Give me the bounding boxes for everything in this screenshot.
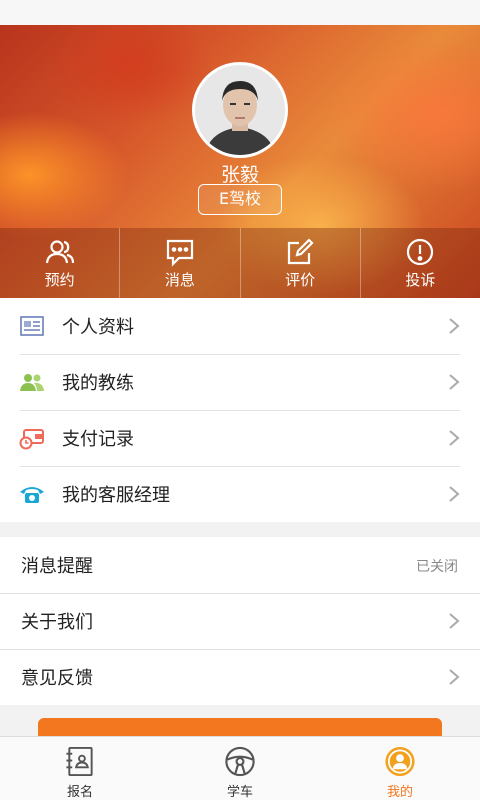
menu-item-coach[interactable]: 我的教练 bbox=[0, 354, 480, 410]
chevron-right-icon bbox=[449, 430, 460, 446]
tab-learn-driving[interactable]: 学车 bbox=[160, 737, 320, 800]
quick-actions-bar: 预约 消息 评价 投诉 bbox=[0, 228, 480, 298]
signup-icon bbox=[66, 746, 93, 777]
action-label: 预约 bbox=[44, 270, 75, 289]
menu-item-about[interactable]: 关于我们 bbox=[0, 593, 480, 649]
tab-signup[interactable]: 报名 bbox=[0, 737, 160, 800]
menu-item-label: 个人资料 bbox=[62, 317, 134, 338]
chevron-right-icon bbox=[449, 374, 460, 390]
chevron-right-icon bbox=[449, 669, 460, 685]
notification-status: 已关闭 bbox=[416, 559, 458, 575]
menu-item-payment[interactable]: 支付记录 bbox=[0, 410, 480, 466]
action-label: 评价 bbox=[285, 270, 316, 289]
menu-item-label: 意见反馈 bbox=[21, 668, 93, 689]
status-bar bbox=[0, 0, 480, 25]
steering-wheel-icon bbox=[225, 746, 255, 777]
wallet-icon bbox=[19, 425, 45, 451]
action-label: 消息 bbox=[164, 270, 195, 289]
menu-item-label: 关于我们 bbox=[21, 612, 93, 633]
menu-item-profile[interactable]: 个人资料 bbox=[0, 298, 480, 354]
menu-item-label: 消息提醒 bbox=[21, 556, 93, 577]
settings-menu: 消息提醒 已关闭 关于我们 意见反馈 bbox=[0, 537, 480, 705]
tab-label: 报名 bbox=[66, 785, 93, 800]
user-icon bbox=[385, 746, 415, 777]
action-review[interactable]: 评价 bbox=[241, 228, 361, 298]
menu-item-label: 我的教练 bbox=[62, 373, 134, 394]
avatar-photo bbox=[195, 65, 285, 155]
phone-icon bbox=[19, 481, 45, 507]
menu-item-service-manager[interactable]: 我的客服经理 bbox=[0, 466, 480, 522]
action-appointment[interactable]: 预约 bbox=[0, 228, 121, 298]
tab-label: 学车 bbox=[226, 785, 253, 800]
action-label: 投诉 bbox=[405, 270, 436, 289]
bottom-tab-bar: 报名 学车 我的 bbox=[0, 736, 480, 800]
main-menu: 个人资料 我的教练 支付记录 我的客服经理 bbox=[0, 298, 480, 522]
school-badge[interactable]: E驾校 bbox=[198, 184, 282, 215]
chevron-right-icon bbox=[449, 486, 460, 502]
profile-header: 张毅 E驾校 预约 消息 评价 投诉 bbox=[0, 25, 480, 298]
people-icon bbox=[45, 239, 74, 263]
tab-label: 我的 bbox=[386, 785, 413, 800]
coach-icon bbox=[19, 369, 45, 395]
alert-icon bbox=[407, 238, 434, 265]
chevron-right-icon bbox=[449, 613, 460, 629]
menu-item-label: 我的客服经理 bbox=[62, 485, 170, 506]
tab-mine[interactable]: 我的 bbox=[320, 737, 480, 800]
edit-icon bbox=[288, 237, 314, 264]
menu-item-label: 支付记录 bbox=[62, 429, 134, 450]
profile-card-icon bbox=[19, 313, 45, 339]
action-message[interactable]: 消息 bbox=[120, 228, 241, 298]
chevron-right-icon bbox=[449, 318, 460, 334]
menu-item-notifications[interactable]: 消息提醒 已关闭 bbox=[0, 537, 480, 593]
message-icon bbox=[166, 239, 193, 267]
user-name: 张毅 bbox=[220, 164, 259, 186]
avatar[interactable] bbox=[192, 62, 288, 158]
action-complaint[interactable]: 投诉 bbox=[361, 228, 480, 298]
menu-item-feedback[interactable]: 意见反馈 bbox=[0, 649, 480, 705]
